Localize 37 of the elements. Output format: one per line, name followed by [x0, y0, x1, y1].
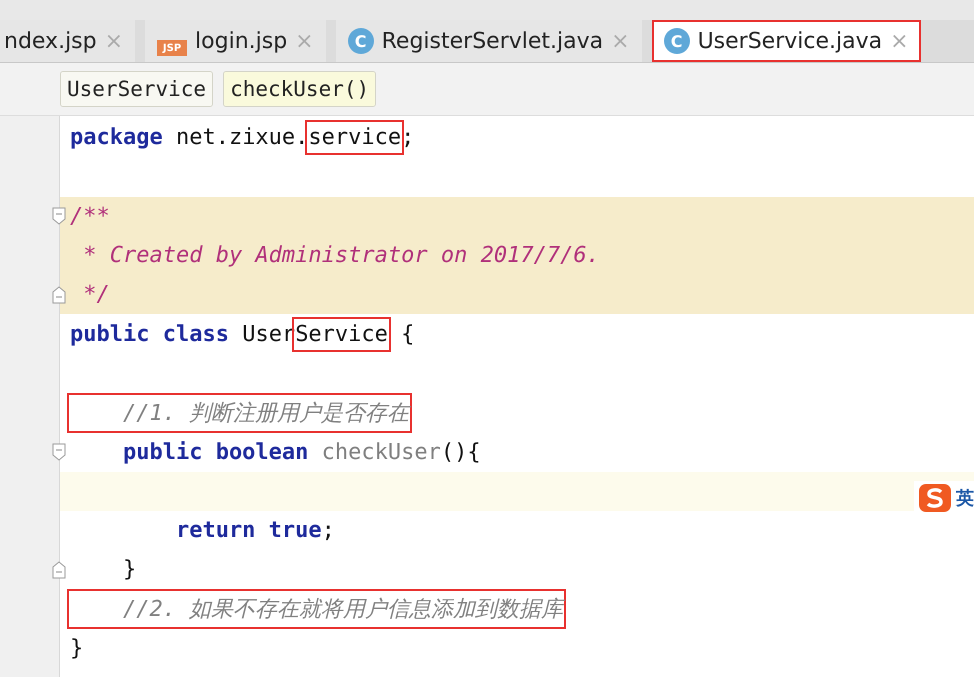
tab-label: login.jsp	[195, 28, 288, 54]
fold-icon[interactable]	[52, 286, 66, 304]
code-token: {	[400, 322, 414, 347]
code-token: service	[305, 120, 404, 156]
code-token: public boolean	[122, 440, 308, 465]
editor-tab[interactable]: C UserService.java ×	[652, 20, 921, 62]
class-icon: C	[664, 28, 690, 54]
code-token: * Created by Administrator on 2017/7/6.	[82, 243, 600, 268]
breadcrumb[interactable]: UserService	[60, 71, 214, 107]
code-token: (){	[440, 440, 481, 465]
tab-label: ndex.jsp	[4, 28, 97, 54]
editor-tab[interactable]: ndex.jsp ×	[0, 20, 136, 62]
code-token: package	[70, 125, 163, 150]
fold-icon[interactable]	[52, 560, 66, 579]
class-icon: C	[348, 28, 374, 54]
code-token: }	[70, 636, 84, 661]
fold-icon[interactable]	[52, 207, 66, 226]
code-token: */	[82, 282, 110, 308]
code-token: /**	[70, 204, 110, 229]
tab-label: RegisterServlet.java	[382, 28, 604, 54]
code-token: Service	[292, 316, 391, 352]
ime-mode-label: 英	[956, 487, 974, 510]
fold-icon[interactable]	[52, 443, 66, 462]
editor-tab[interactable]: JSP login.jsp ×	[145, 20, 326, 62]
editor-tab[interactable]: C RegisterServlet.java ×	[336, 20, 642, 62]
ime-badge[interactable]: 英	[914, 481, 974, 515]
code-token: public class	[70, 322, 229, 347]
code-token: //1. 判断注册用户是否存在	[67, 392, 412, 433]
ime-logo-icon	[918, 483, 952, 513]
breadcrumb[interactable]: checkUser()	[223, 71, 376, 107]
code-token: }	[122, 557, 136, 582]
code-token: checkUser	[320, 440, 441, 465]
tab-label: UserService.java	[698, 28, 882, 54]
code-token: return true	[174, 518, 322, 544]
code-token: ;	[322, 518, 335, 544]
jsp-file-icon: JSP	[157, 40, 188, 56]
code-token: //2. 如果不存在就将用户信息添加到数据库	[67, 589, 566, 630]
